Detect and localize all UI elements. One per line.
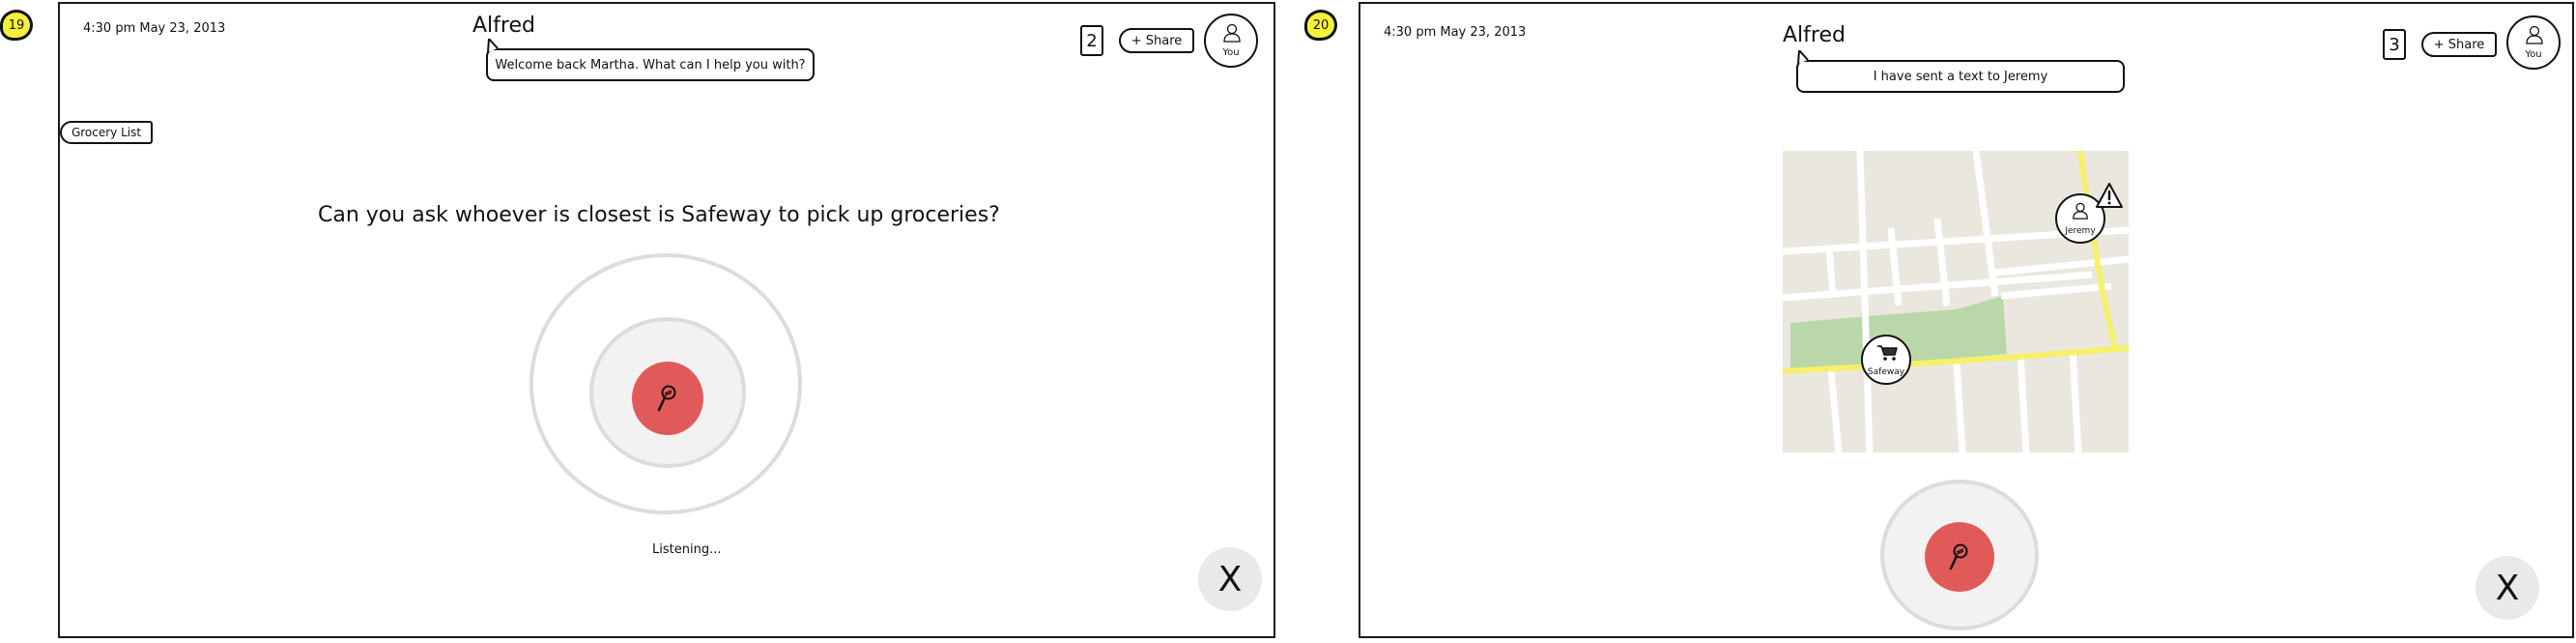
person-icon [2526, 25, 2543, 44]
bubble-tail [1797, 50, 1809, 64]
timestamp: 4:30 pm May 23, 2013 [1384, 25, 1527, 40]
share-label: + Share [2433, 37, 2485, 52]
share-button[interactable]: + Share [2421, 32, 2497, 57]
person-icon [2073, 202, 2088, 219]
avatar-label: You [1222, 47, 1240, 58]
cart-icon [1877, 345, 1898, 361]
map-view[interactable]: Jeremy Safeway [1783, 151, 2129, 453]
pin-label: Jeremy [2065, 226, 2096, 236]
listening-status: Listening... [652, 542, 722, 557]
person-icon [1223, 23, 1241, 43]
mic-button[interactable] [632, 362, 703, 435]
assistant-message: I have sent a text to Jeremy [1873, 69, 2048, 84]
screen-20: 4:30 pm May 23, 2013 Alfred I have sent … [1359, 2, 2574, 638]
close-icon: X [1217, 559, 1243, 599]
app-title: Alfred [472, 14, 535, 38]
warning-icon [2096, 183, 2123, 208]
app-title: Alfred [1783, 23, 1846, 47]
close-button[interactable]: X [1198, 547, 1262, 611]
grocery-list-tag[interactable]: Grocery List [60, 121, 153, 144]
participant-count: 3 [2383, 29, 2406, 60]
mic-button[interactable] [1925, 522, 1994, 592]
assistant-message: Welcome back Martha. What can I help you… [495, 57, 806, 73]
pin-label: Safeway [1867, 367, 1905, 377]
step-badge-19: 19 [0, 10, 33, 41]
share-label: + Share [1131, 33, 1183, 48]
close-button[interactable]: X [2476, 556, 2539, 620]
microphone-icon [1949, 543, 1968, 570]
bubble-tail [487, 39, 499, 52]
assistant-message-bubble: Welcome back Martha. What can I help you… [486, 48, 815, 81]
participant-count: 2 [1080, 25, 1103, 56]
step-badge-20: 20 [1304, 10, 1337, 41]
map-pin-safeway[interactable]: Safeway [1861, 335, 1911, 385]
microphone-icon [657, 385, 676, 412]
user-avatar[interactable]: You [1204, 14, 1258, 68]
tag-label: Grocery List [71, 126, 142, 139]
close-icon: X [2495, 568, 2520, 608]
assistant-message-bubble: I have sent a text to Jeremy [1796, 60, 2125, 93]
share-button[interactable]: + Share [1119, 28, 1194, 53]
spoken-query: Can you ask whoever is closest is Safewa… [318, 203, 1000, 227]
screen-19: 4:30 pm May 23, 2013 Alfred Welcome back… [58, 2, 1275, 638]
timestamp: 4:30 pm May 23, 2013 [83, 21, 226, 36]
avatar-label: You [2525, 49, 2542, 60]
user-avatar[interactable]: You [2506, 15, 2561, 70]
